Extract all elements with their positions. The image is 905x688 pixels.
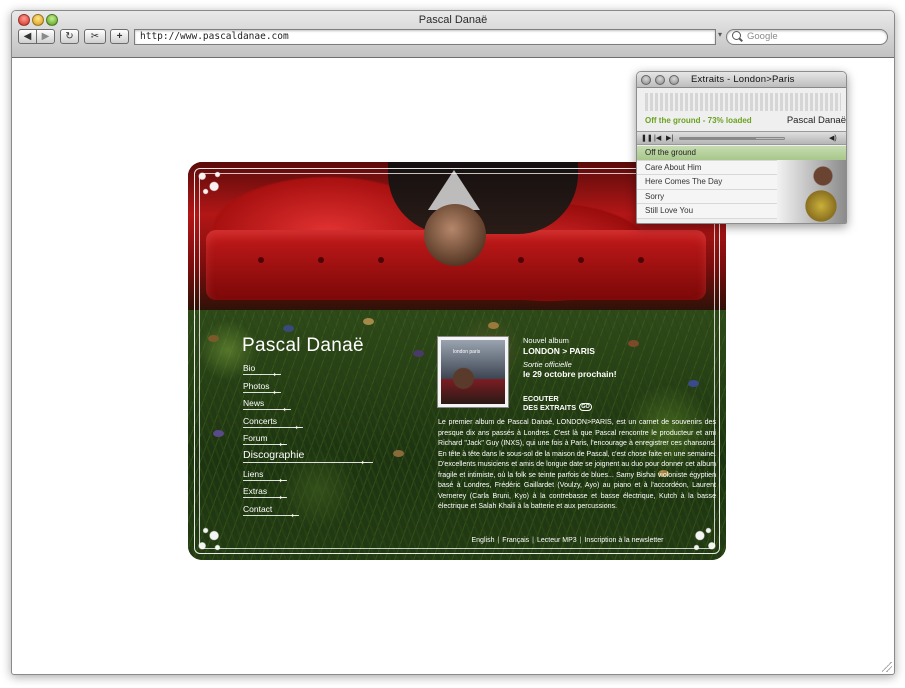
nav-label: Contact	[243, 503, 273, 514]
address-bar[interactable]: http://www.pascaldanae.com	[134, 29, 716, 45]
next-track-icon[interactable]: ▶|	[666, 133, 673, 144]
player-title: Extraits - London>Paris	[691, 74, 795, 85]
track-item[interactable]: Off the ground	[637, 146, 846, 161]
site-navigation: Bio ⇠ Photos ⇠ News ⇠ Concerts ⇠ Forum ⇠…	[243, 362, 443, 520]
footer-link-english[interactable]: English	[472, 537, 495, 544]
arrow-icon: ⇠	[291, 510, 298, 520]
album-cover[interactable]: london paris	[438, 337, 508, 407]
reload-button[interactable]: ↻	[60, 29, 79, 44]
footer-link-mp3-player[interactable]: Lecteur MP3	[537, 537, 577, 544]
nav-item-news[interactable]: News ⇠	[243, 397, 443, 415]
url-dropdown-icon[interactable]: ▾	[718, 30, 722, 39]
go-button[interactable]: GO	[579, 403, 592, 411]
nav-item-contact[interactable]: Contact ⇠	[243, 503, 443, 521]
arrow-icon: ⇠	[279, 475, 286, 485]
nav-item-extras[interactable]: Extras ⇠	[243, 485, 443, 503]
listen-link[interactable]: ECOUTER	[523, 394, 559, 403]
progress-bar[interactable]	[679, 137, 785, 140]
corner-flourish-icon	[192, 522, 226, 556]
news-label: Nouvel album	[523, 336, 569, 345]
arrow-icon: ⇠	[295, 422, 302, 432]
player-status: Off the ground - 73% loaded	[645, 116, 752, 125]
nav-label: Liens	[243, 468, 264, 479]
player-controls: ❚❚ |◀ ▶| ◀)	[637, 131, 846, 145]
nav-item-bio[interactable]: Bio ⇠	[243, 362, 443, 380]
nav-label: Concerts	[243, 415, 278, 426]
pause-icon[interactable]: ❚❚	[641, 133, 653, 144]
footer-link-newsletter[interactable]: Inscription à la newsletter	[584, 537, 663, 544]
search-icon[interactable]	[732, 31, 741, 40]
title-bar: Pascal Danaë ◀ ▶ ↻ ✂ + http://www.pascal…	[12, 11, 894, 58]
release-label: Sortie officielle	[523, 360, 572, 369]
arrow-icon: ⇠	[283, 405, 290, 415]
nav-label: Extras	[243, 486, 268, 497]
snippet-button[interactable]: ✂	[84, 29, 106, 44]
progress-fill	[680, 138, 756, 139]
album-cover-text: london paris	[453, 349, 481, 355]
audio-visualizer	[645, 93, 841, 111]
mp3-player-window: Extraits - London>Paris Off the ground -…	[636, 71, 847, 224]
window-title: Pascal Danaë	[418, 14, 488, 26]
arrow-icon: ⇠	[273, 387, 280, 397]
player-artist: Pascal Danaë	[786, 115, 846, 126]
nav-item-concerts[interactable]: Concerts ⇠	[243, 415, 443, 433]
release-date: le 29 octobre prochain!	[523, 369, 617, 379]
footer-separator: |	[532, 537, 534, 544]
nav-item-liens[interactable]: Liens ⇠	[243, 468, 443, 486]
player-title-bar[interactable]: Extraits - London>Paris	[637, 72, 846, 88]
corner-flourish-icon	[192, 166, 226, 200]
bio-paragraph: Le premier album de Pascal Danaé, LONDON…	[438, 419, 716, 510]
nav-item-discographie[interactable]: Discographie ⇠	[243, 448, 443, 468]
resize-grip-icon[interactable]	[882, 662, 892, 672]
volume-icon[interactable]: ◀)	[829, 134, 837, 142]
footer-links: English | Français | Lecteur MP3 | Inscription…	[470, 537, 665, 544]
nav-label: Photos	[243, 380, 270, 391]
footer-link-francais[interactable]: Français	[502, 537, 529, 544]
search-input[interactable]: Google	[726, 29, 888, 45]
album-cover-image: london paris	[441, 340, 505, 404]
player-close-icon[interactable]	[641, 75, 651, 85]
player-minimize-icon[interactable]	[655, 75, 665, 85]
nav-label: Bio	[243, 363, 256, 373]
nav-label: Discographie	[243, 448, 305, 461]
nav-underline	[243, 426, 303, 428]
artist-photo	[777, 160, 846, 223]
previous-track-icon[interactable]: |◀	[654, 133, 661, 144]
arrow-icon: ⇠	[361, 457, 368, 467]
footer-separator: |	[579, 537, 582, 544]
player-zoom-icon[interactable]	[669, 75, 679, 85]
add-bookmark-button[interactable]: +	[110, 29, 129, 44]
news-title: LONDON > PARIS	[523, 346, 595, 356]
arrow-icon: ⇠	[273, 370, 280, 379]
nav-item-photos[interactable]: Photos ⇠	[243, 380, 443, 398]
nav-underline	[243, 461, 373, 463]
footer-separator: |	[497, 537, 500, 544]
forward-button[interactable]: ▶	[36, 29, 55, 44]
back-button[interactable]: ◀	[18, 29, 37, 44]
nav-item-forum[interactable]: Forum ⇠	[243, 432, 443, 450]
nav-label: Forum	[243, 433, 268, 444]
site-title: Pascal Danaë	[242, 335, 364, 356]
corner-flourish-icon	[688, 522, 722, 556]
nav-label: News	[243, 398, 265, 409]
arrow-icon: ⇠	[279, 493, 286, 503]
listen-link-line2[interactable]: DES EXTRAITS	[523, 403, 576, 412]
